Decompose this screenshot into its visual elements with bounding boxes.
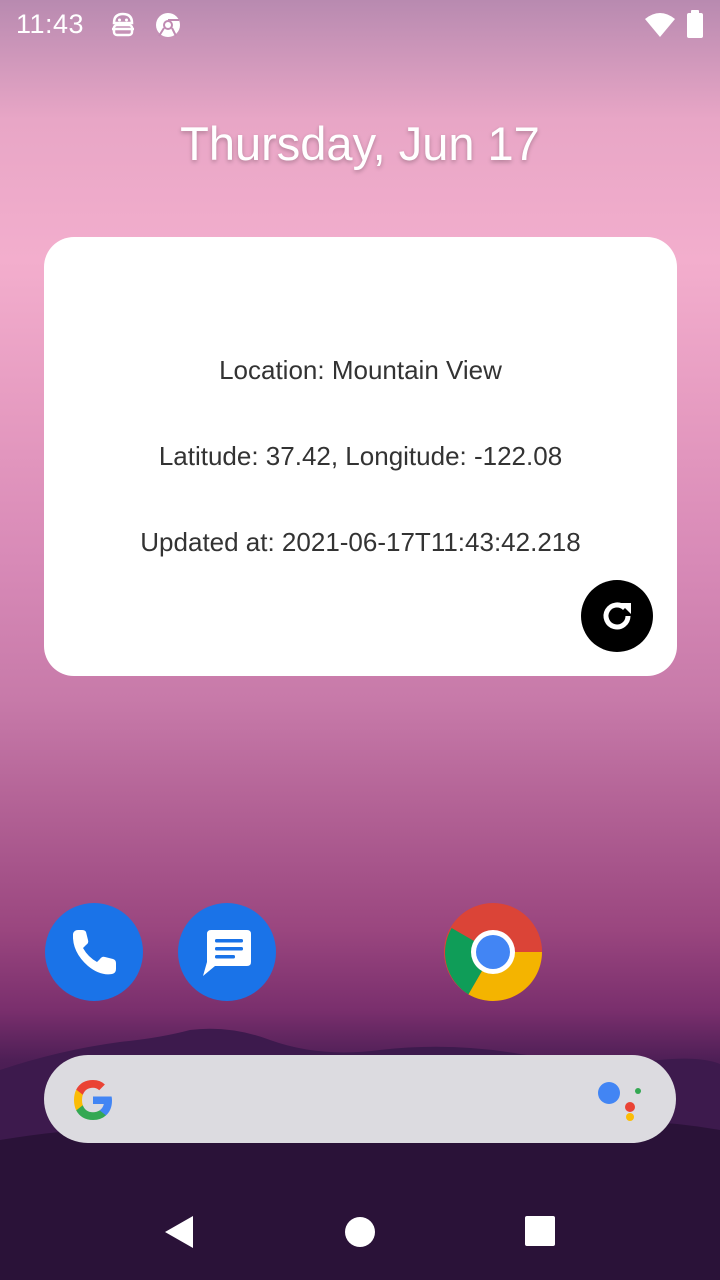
wifi-icon [644,12,676,42]
phone-app-icon[interactable] [45,903,143,1001]
refresh-icon [603,602,631,630]
date-label[interactable]: Thursday, Jun 17 [0,116,720,171]
android-debug-icon [110,11,136,43]
status-time: 11:43 [16,9,85,39]
updated-at-text: Updated at: 2021-06-17T11:43:42.218 [140,527,581,557]
chrome-app-icon[interactable] [444,903,542,1001]
google-assistant-icon[interactable] [596,1079,642,1125]
google-search-bar[interactable] [44,1055,676,1143]
home-icon [345,1217,375,1247]
recents-button[interactable] [525,1216,555,1250]
google-g-logo [68,1075,118,1129]
location-widget[interactable]: Location: Mountain View Latitude: 37.42,… [44,237,677,676]
recents-icon [525,1216,555,1246]
messages-icon [203,930,251,976]
navigation-bar [0,1190,720,1280]
location-text: Location: Mountain View [219,355,502,385]
coordinates-text: Latitude: 37.42, Longitude: -122.08 [158,441,563,471]
home-button[interactable] [344,1216,376,1252]
phone-icon [72,930,116,975]
status-bar: 11:43 [0,0,720,50]
refresh-button[interactable] [581,580,653,652]
chrome-notification-icon [154,11,182,43]
back-icon [165,1216,193,1248]
battery-icon [686,10,704,42]
back-button[interactable] [162,1214,196,1254]
chrome-icon [444,903,542,1001]
messages-app-icon[interactable] [178,903,276,1001]
